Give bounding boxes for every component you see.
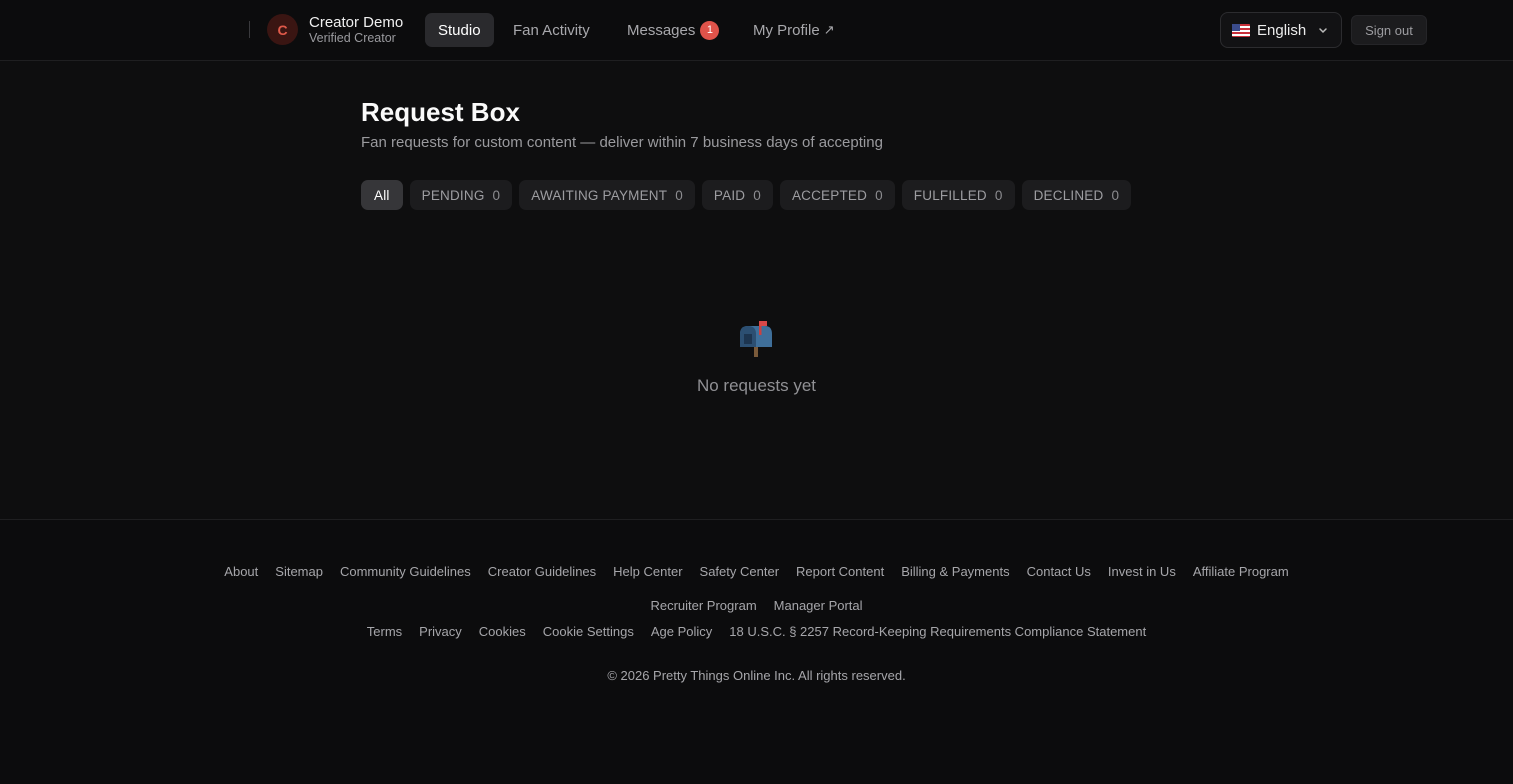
footer-link-2257-statement[interactable]: 18 U.S.C. § 2257 Record-Keeping Requirem…: [729, 624, 1146, 639]
nav-messages-label: Messages: [627, 21, 696, 39]
copyright-notice: © 2026 Pretty Things Online Inc. All rig…: [607, 668, 906, 683]
page-subtitle: Fan requests for custom content — delive…: [361, 134, 883, 151]
footer: About Sitemap Community Guidelines Creat…: [0, 519, 1513, 784]
creator-status: Verified Creator: [309, 31, 396, 45]
nav-my-profile[interactable]: My Profile ↗: [740, 13, 848, 47]
nav-studio-label: Studio: [438, 21, 481, 39]
footer-link-community-guidelines[interactable]: Community Guidelines: [340, 564, 471, 579]
nav-fan-activity[interactable]: Fan Activity: [500, 13, 603, 47]
filter-count: 0: [675, 187, 683, 203]
footer-link-safety-center[interactable]: Safety Center: [700, 564, 780, 579]
mailbox-icon: [740, 321, 772, 357]
filter-label: PAID: [713, 187, 746, 203]
footer-link-affiliate-program[interactable]: Affiliate Program: [1193, 564, 1289, 579]
filter-count: 0: [753, 187, 761, 203]
page-title: Request Box: [361, 97, 520, 127]
filter-label: PENDING: [421, 187, 485, 203]
nav-studio[interactable]: Studio: [425, 13, 494, 47]
footer-link-privacy[interactable]: Privacy: [419, 624, 462, 639]
footer-link-terms[interactable]: Terms: [367, 624, 402, 639]
footer-link-recruiter-program[interactable]: Recruiter Program: [650, 598, 756, 613]
filter-count: 0: [875, 187, 883, 203]
filter-label: ACCEPTED: [791, 187, 868, 203]
nav-messages[interactable]: Messages 1: [614, 13, 732, 47]
nav-my-profile-label: My Profile: [753, 21, 820, 39]
messages-unread-badge: 1: [700, 20, 720, 40]
nav-divider: [249, 21, 250, 38]
sign-out-button[interactable]: Sign out: [1351, 15, 1427, 45]
footer-links-primary: About Sitemap Community Guidelines Creat…: [0, 564, 1513, 579]
footer-link-invest-in-us[interactable]: Invest in Us: [1108, 564, 1176, 579]
filter-label: AWAITING PAYMENT: [531, 187, 668, 203]
filter-label: FULFILLED: [913, 187, 987, 203]
creator-identity[interactable]: Creator Demo Verified Creator: [309, 14, 403, 46]
filter-declined[interactable]: DECLINED 0: [1021, 180, 1132, 210]
footer-link-sitemap[interactable]: Sitemap: [275, 564, 323, 579]
footer-link-contact-us[interactable]: Contact Us: [1027, 564, 1091, 579]
filter-count: 0: [1111, 187, 1120, 203]
creator-name: Creator Demo: [309, 14, 404, 31]
footer-link-report-content[interactable]: Report Content: [796, 564, 884, 579]
footer-links-legal: Terms Privacy Cookies Cookie Settings Ag…: [0, 624, 1513, 639]
filter-label: All: [374, 187, 390, 203]
filter-label: DECLINED: [1033, 187, 1104, 203]
nav-fan-activity-label: Fan Activity: [513, 21, 590, 39]
filter-accepted[interactable]: ACCEPTED 0: [779, 180, 895, 210]
language-selector[interactable]: English: [1220, 12, 1342, 48]
us-flag-icon: [1232, 23, 1250, 37]
filter-awaiting-payment[interactable]: AWAITING PAYMENT 0: [519, 180, 695, 210]
footer-link-cookies[interactable]: Cookies: [479, 624, 526, 639]
external-link-icon: ↗: [823, 22, 835, 37]
filter-count: 0: [994, 187, 1003, 203]
footer-links-secondary: Recruiter Program Manager Portal: [0, 598, 1513, 613]
filter-all[interactable]: All: [361, 180, 403, 210]
request-filter-tabs: All PENDING 0 AWAITING PAYMENT 0 PAID 0 …: [361, 180, 1132, 210]
filter-fulfilled[interactable]: FULFILLED 0: [901, 180, 1015, 210]
chevron-down-icon: [1319, 28, 1327, 34]
footer-link-creator-guidelines[interactable]: Creator Guidelines: [488, 564, 596, 579]
filter-count: 0: [492, 187, 501, 203]
footer-link-billing-payments[interactable]: Billing & Payments: [901, 564, 1009, 579]
empty-state-text: No requests yet: [696, 376, 817, 395]
footer-link-help-center[interactable]: Help Center: [613, 564, 682, 579]
filter-pending[interactable]: PENDING 0: [409, 180, 513, 210]
footer-link-manager-portal[interactable]: Manager Portal: [774, 598, 863, 613]
language-label: English: [1257, 21, 1307, 39]
footer-link-age-policy[interactable]: Age Policy: [651, 624, 712, 639]
footer-link-cookie-settings[interactable]: Cookie Settings: [543, 624, 634, 639]
footer-link-about[interactable]: About: [224, 564, 258, 579]
avatar[interactable]: C: [267, 14, 298, 45]
top-navigation-bar: C Creator Demo Verified Creator Studio F…: [0, 0, 1513, 61]
filter-paid[interactable]: PAID 0: [701, 180, 773, 210]
